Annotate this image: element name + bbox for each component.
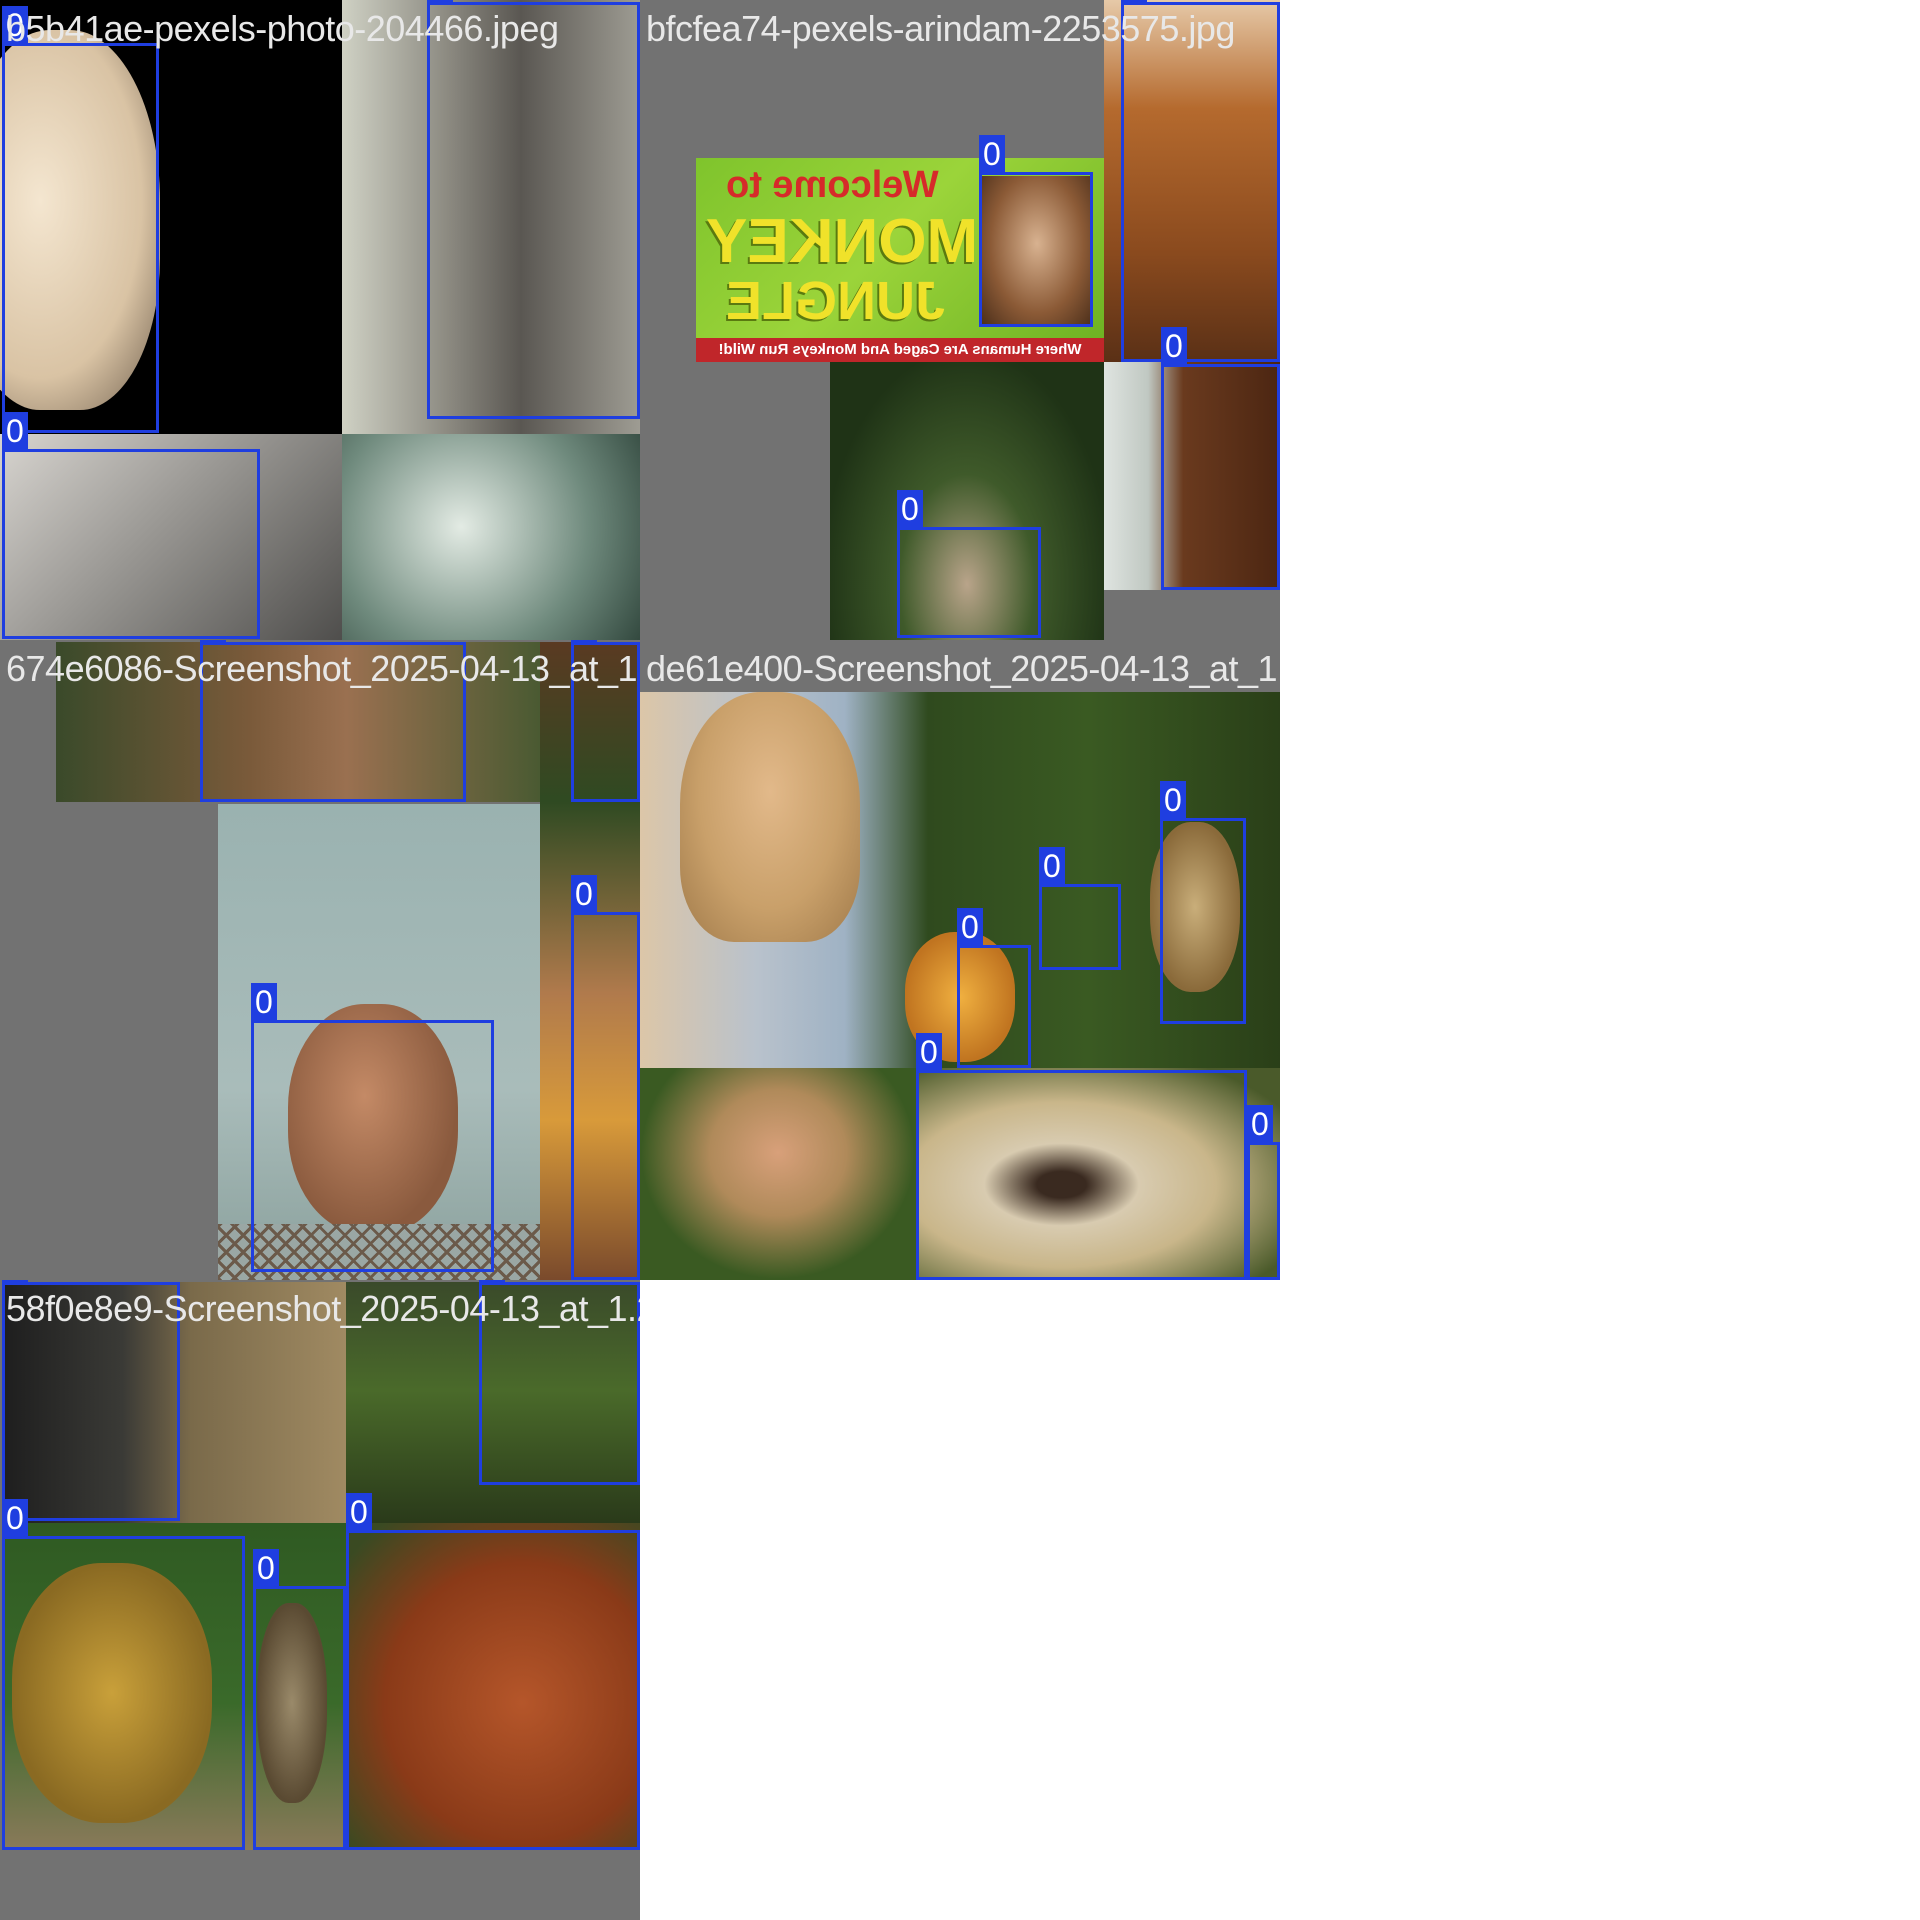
class-label: 0 bbox=[571, 640, 597, 642]
detection-box: 0 bbox=[897, 490, 1041, 638]
detection-box: 0 bbox=[251, 983, 494, 1272]
class-label: 0 bbox=[479, 1280, 505, 1282]
detection-box: 0 bbox=[2, 412, 260, 639]
class-label: 0 bbox=[253, 1549, 279, 1586]
tile-title: 674e6086-Screenshot_2025-04-13_at_1.26.5… bbox=[6, 648, 640, 689]
detection-box: 0 bbox=[1160, 781, 1246, 1024]
mosaic-tile-4: de61e400-Screenshot_2025-04-13_at_1.17.0… bbox=[640, 640, 1280, 1280]
class-label: 0 bbox=[916, 1033, 942, 1070]
mosaic-tile-3: 674e6086-Screenshot_2025-04-13_at_1.26.5… bbox=[0, 640, 640, 1280]
mosaic-tile-2: Welcome to MONKEY JUNGLE Where Humans Ar… bbox=[640, 0, 1280, 640]
detection-box: 0 bbox=[427, 0, 640, 419]
class-label: 0 bbox=[200, 640, 226, 642]
detection-box: 0 bbox=[571, 875, 640, 1280]
class-label: 0 bbox=[2, 1499, 28, 1536]
mosaic-tile-1: b5b41ae-pexels-photo-204466.jpeg 0 0 0 bbox=[0, 0, 640, 640]
tile-title: b5b41ae-pexels-photo-204466.jpeg bbox=[6, 8, 559, 49]
tile-title: bfcfea74-pexels-arindam-2253575.jpg bbox=[646, 8, 1235, 49]
sign-jungle-text: JUNGLE bbox=[726, 271, 946, 331]
class-label: 0 bbox=[1039, 847, 1065, 884]
class-label: 0 bbox=[897, 490, 923, 527]
detection-box: 0 bbox=[1161, 327, 1280, 590]
detection-box: 0 bbox=[253, 1549, 346, 1850]
detection-box: 0 bbox=[2, 1499, 245, 1850]
foliage-blur-photo bbox=[342, 434, 640, 640]
keeper-hair bbox=[680, 692, 860, 942]
class-label: 0 bbox=[1161, 327, 1187, 364]
class-label: 0 bbox=[571, 875, 597, 912]
detection-box: 0 bbox=[1121, 0, 1280, 362]
keeper-closeup-photo bbox=[640, 1068, 916, 1280]
detection-box: 0 bbox=[2, 6, 159, 433]
tile-title: de61e400-Screenshot_2025-04-13_at_1.17.0 bbox=[646, 648, 1280, 689]
class-label: 0 bbox=[957, 908, 983, 945]
class-label: 0 bbox=[346, 1493, 372, 1530]
detection-box: 0 bbox=[916, 1033, 1247, 1280]
class-label: 0 bbox=[1121, 0, 1147, 2]
detection-box: 0 bbox=[1247, 1105, 1280, 1280]
class-label: 0 bbox=[2, 412, 28, 449]
detection-box: 0 bbox=[346, 1493, 640, 1850]
sign-welcome-text: Welcome to bbox=[726, 164, 939, 206]
detection-box: 0 bbox=[979, 135, 1093, 327]
detection-box: 0 bbox=[1039, 847, 1121, 970]
detection-box: 0 bbox=[957, 908, 1031, 1068]
mosaic-tile-5: 58f0e8e9-Screenshot_2025-04-13_at_1.20.2… bbox=[0, 1280, 640, 1920]
class-label: 0 bbox=[2, 1280, 28, 1282]
class-label: 0 bbox=[979, 135, 1005, 172]
tile-title: 58f0e8e9-Screenshot_2025-04-13_at_1.20.2 bbox=[6, 1288, 640, 1329]
class-label: 0 bbox=[427, 0, 453, 2]
class-label: 0 bbox=[251, 983, 277, 1020]
sign-tagline-text: Where Humans Are Caged And Monkeys Run W… bbox=[696, 338, 1104, 362]
class-label: 0 bbox=[1247, 1105, 1273, 1142]
class-label: 0 bbox=[1160, 781, 1186, 818]
sign-monkey-text: MONKEY bbox=[706, 207, 979, 276]
